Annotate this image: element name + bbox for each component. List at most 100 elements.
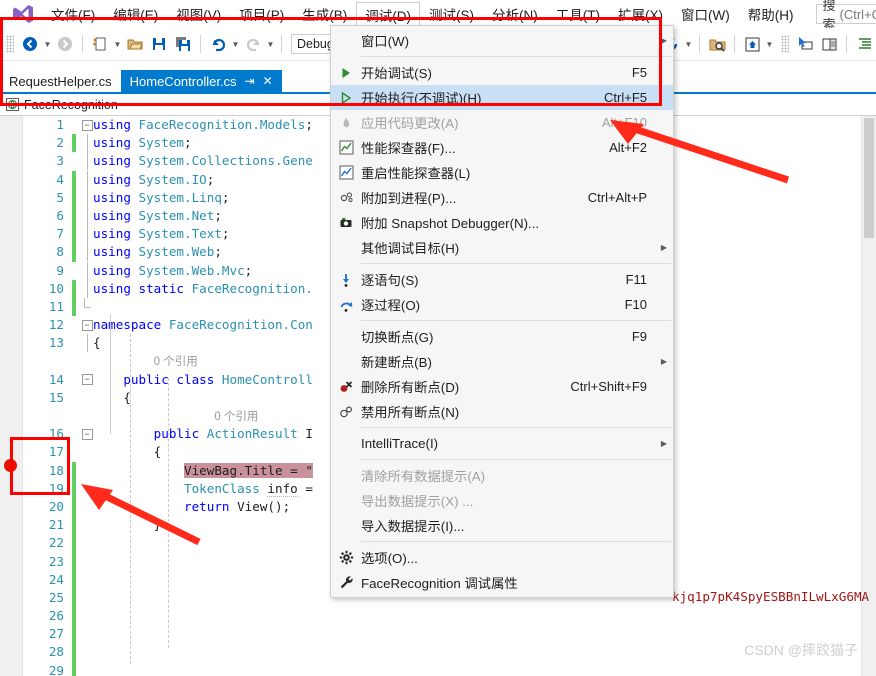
menu-item-label: 性能探查器(F)... [361, 141, 456, 156]
menu-item-label: 窗口(W) [361, 34, 409, 49]
debug-menu-item-6[interactable]: 重启性能探查器(L) [331, 160, 673, 185]
redo-icon[interactable] [242, 33, 264, 55]
menubar-item-9[interactable]: 扩展(X) [609, 1, 672, 27]
document-tab-0[interactable]: RequestHelper.cs [0, 70, 121, 92]
search-input[interactable]: 搜索 (Ctrl+Q) [816, 0, 876, 32]
menubar-item-5[interactable]: 调试(D) [356, 1, 420, 27]
change-indicator [72, 661, 76, 676]
toolbar-grip[interactable] [6, 35, 14, 53]
navigate-back-icon[interactable] [19, 33, 41, 55]
debug-menu-item-19[interactable]: IntelliTrace(I) ▶ [331, 431, 673, 456]
menubar-item-2[interactable]: 视图(V) [167, 1, 230, 27]
change-indicator [72, 297, 76, 317]
close-icon[interactable]: ✕ [263, 74, 273, 88]
submenu-arrow-icon: ▶ [660, 243, 668, 252]
namespace-dropdown[interactable]: FaceRecognition [0, 94, 345, 115]
navigate-back-dropdown-icon[interactable]: ▼ [42, 33, 53, 55]
debug-menu-item-0[interactable]: 窗口(W) ▶ [331, 28, 673, 53]
menubar-item-3[interactable]: 项目(P) [230, 1, 293, 27]
change-indicator [72, 352, 76, 370]
toolbar-separator [699, 35, 700, 53]
line-number: 10 [48, 280, 64, 296]
menubar-item-10[interactable]: 窗口(W) [672, 1, 739, 27]
fold-toggle [81, 243, 93, 262]
fold-toggle [81, 279, 93, 298]
menubar-item-1[interactable]: 编辑(E) [104, 1, 167, 27]
undo-dropdown-icon[interactable]: ▼ [230, 33, 241, 55]
new-item-dropdown-icon[interactable]: ▼ [112, 33, 123, 55]
line-number: 29 [48, 662, 64, 676]
debug-menu-item-2[interactable]: 开始调试(S) F5 [331, 60, 673, 85]
line-number: 28 [48, 644, 64, 660]
restart-dropdown-icon[interactable]: ▼ [683, 33, 694, 55]
document-tab-label: RequestHelper.cs [9, 73, 112, 89]
menu-item-label: 导入数据提示(I)... [361, 519, 465, 534]
pointer-select-icon[interactable] [794, 33, 816, 55]
change-indicator [72, 516, 76, 535]
line-number: 8 [56, 244, 64, 260]
menu-item-label: 其他调试目标(H) [361, 241, 460, 256]
menubar-item-8[interactable]: 工具(T) [547, 1, 609, 27]
debug-menu-item-5[interactable]: 性能探查器(F)... Alt+F2 [331, 135, 673, 160]
toolbar-grip[interactable] [781, 35, 789, 53]
fold-toggle[interactable]: − [81, 371, 93, 389]
debug-menu-item-14[interactable]: 切换断点(G) F9 [331, 324, 673, 349]
debug-menu-item-7[interactable]: 附加到进程(P)... Ctrl+Alt+P [331, 185, 673, 210]
breakpoint-gutter[interactable] [0, 116, 23, 676]
undo-icon[interactable] [207, 33, 229, 55]
find-in-folder-icon[interactable] [706, 33, 728, 55]
debug-menu-item-16[interactable]: 删除所有断点(D) Ctrl+Shift+F9 [331, 374, 673, 399]
menubar-item-11[interactable]: 帮助(H) [739, 1, 803, 27]
line-number: 9 [56, 262, 64, 278]
menubar-item-6[interactable]: 测试(S) [420, 1, 483, 27]
menubar-item-7[interactable]: 分析(N) [483, 1, 547, 27]
indent-guide-dashed [130, 334, 131, 664]
menubar-item-4[interactable]: 生成(B) [293, 1, 356, 27]
home-dropdown-icon[interactable]: ▼ [764, 33, 775, 55]
pin-icon[interactable]: ⇥ [245, 74, 255, 88]
fold-toggle[interactable]: − [81, 425, 93, 443]
fold-toggle [81, 498, 93, 516]
debug-menu-item-25[interactable]: 选项(O)... [331, 545, 673, 570]
menubar-item-0[interactable]: 文件(F) [42, 1, 104, 27]
change-indicator [72, 389, 76, 407]
new-item-icon[interactable] [89, 33, 111, 55]
debug-menu-dropdown[interactable]: 窗口(W) ▶ 开始调试(S) F5 开始执行(不调试)(H) Ctrl+F5 应用代码更改… [330, 25, 674, 598]
menu-item-label: 应用代码更改(A) [361, 116, 459, 131]
fold-toggle [81, 225, 93, 244]
debug-menu-item-23[interactable]: 导入数据提示(I)... [331, 513, 673, 538]
debug-menu-item-15[interactable]: 新建断点(B) ▶ [331, 349, 673, 374]
change-indicator [72, 243, 76, 262]
open-file-icon[interactable] [124, 33, 146, 55]
menu-item-label: 删除所有断点(D) [361, 380, 460, 395]
toggle-window-icon[interactable] [818, 33, 840, 55]
menu-item-label: FaceRecognition 调试属性 [361, 576, 518, 591]
debug-menu-item-11[interactable]: 逐语句(S) F11 [331, 267, 673, 292]
debug-menu-item-22: 导出数据提示(X) ... [331, 488, 673, 513]
save-icon[interactable] [148, 33, 170, 55]
fold-toggle[interactable]: − [81, 116, 93, 134]
redo-dropdown-icon[interactable]: ▼ [265, 33, 276, 55]
save-all-icon[interactable] [172, 33, 194, 55]
code-line: 28 [22, 643, 862, 662]
fold-toggle[interactable]: − [81, 316, 93, 334]
toolbar-separator [734, 35, 735, 53]
debug-menu-item-12[interactable]: 逐过程(O) F10 [331, 292, 673, 317]
debug-menu-item-17[interactable]: 禁用所有断点(N) [331, 399, 673, 424]
indent-icon[interactable] [853, 33, 875, 55]
debug-menu-item-9[interactable]: 其他调试目标(H) ▶ [331, 235, 673, 260]
breakpoint-marker[interactable] [4, 459, 17, 472]
menu-item-shortcut: Ctrl+F5 [604, 90, 647, 105]
menu-item-shortcut: F11 [625, 272, 647, 287]
debug-menu-item-8[interactable]: 附加 Snapshot Debugger(N)... [331, 210, 673, 235]
debug-menu-item-26[interactable]: FaceRecognition 调试属性 [331, 570, 673, 595]
menu-item-shortcut: F10 [624, 297, 647, 312]
menu-item-shortcut: Ctrl+Alt+P [587, 190, 647, 205]
fold-toggle [81, 480, 93, 498]
menu-item-label: 重启性能探查器(L) [361, 166, 471, 181]
home-icon[interactable] [741, 33, 763, 55]
document-tab-1[interactable]: HomeController.cs ⇥ ✕ [120, 70, 282, 92]
debug-menu-item-3[interactable]: 开始执行(不调试)(H) Ctrl+F5 [331, 85, 673, 110]
navigate-forward-icon[interactable] [54, 33, 76, 55]
scrollbar-thumb[interactable] [864, 118, 874, 238]
